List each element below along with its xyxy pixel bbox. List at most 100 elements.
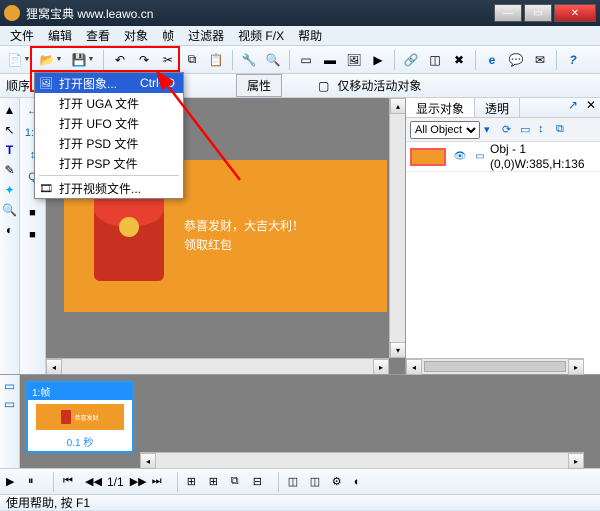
timeline-body: ▭ ▭ 1:帧 恭喜发财 0.1 秒 ◂▸ (0, 375, 600, 468)
canvas-scrollbar-h[interactable]: ◂▸ (46, 358, 389, 374)
menuitem-open-uga[interactable]: 打开 UGA 文件 (35, 93, 183, 113)
objlist-scrollbar-h[interactable]: ◂▸ (406, 358, 584, 374)
zoom-icon: 🔍 (266, 53, 281, 67)
tool-zoom[interactable]: 🔍 (2, 202, 18, 218)
new-file-button[interactable]: 📄▼ (4, 49, 34, 71)
panel-icon-1[interactable]: ▾ (484, 123, 498, 137)
frame-duration: 0.1 秒 (67, 434, 94, 451)
frame-thumb[interactable]: 1:帧 恭喜发财 0.1 秒 (26, 381, 134, 453)
panel-link-icon[interactable]: ↗ (564, 98, 582, 117)
panel-close-icon[interactable]: ✕ (582, 98, 600, 117)
tl-extra-4[interactable]: ◐ (354, 476, 370, 488)
paste-button[interactable]: 📋 (205, 49, 227, 71)
tool-pan[interactable]: ▲ (2, 102, 18, 118)
tl-add-after[interactable]: ⊞ (209, 475, 225, 488)
menu-help[interactable]: 帮助 (292, 25, 328, 46)
tab-show-objects[interactable]: 显示对象 (406, 98, 475, 117)
play-button[interactable]: ▶ (367, 49, 389, 71)
minimize-button[interactable]: — (494, 4, 522, 22)
tool-eyedrop[interactable]: ◐ (2, 222, 18, 238)
tab-transparency[interactable]: 透明 (475, 98, 520, 117)
menuitem-open-ufo[interactable]: 打开 UFO 文件 (35, 113, 183, 133)
crop-button[interactable]: ◫ (424, 49, 446, 71)
chat-icon: 💬 (509, 53, 524, 67)
fg-swatch[interactable]: ■ (22, 204, 44, 222)
mail-button[interactable]: ✉ (529, 49, 551, 71)
timeline-side-btn-1[interactable]: ▭ (4, 379, 15, 393)
tl-dup[interactable]: ⧉ (231, 475, 247, 488)
tl-prev[interactable]: ◀◀ (85, 475, 101, 488)
chat-button[interactable]: 💬 (505, 49, 527, 71)
menuitem-open-video[interactable]: 🎞 打开视频文件... (35, 178, 183, 198)
object-row[interactable]: 👁 ▭ Obj - 1 (0,0)W:385,H:136 (406, 142, 600, 172)
object-lock-toggle[interactable]: ▭ (472, 149, 488, 165)
menu-file[interactable]: 文件 (4, 25, 40, 46)
tl-pause[interactable]: ⏸ (28, 475, 44, 488)
close-button[interactable]: ✕ (554, 4, 596, 22)
open-image-icon: 🖼 (39, 77, 53, 90)
copy-button[interactable]: ⧉ (181, 49, 203, 71)
panel-icon-5[interactable]: ⧉ (556, 123, 570, 137)
object-thumb (410, 148, 446, 166)
tl-extra-1[interactable]: ◫ (288, 475, 304, 488)
tl-extra-2[interactable]: ◫ (310, 475, 326, 488)
canvas-text-line2: 领取红包 (184, 236, 304, 255)
redo-button[interactable]: ↷ (133, 49, 155, 71)
moveonly-checkbox[interactable]: ▢ (318, 79, 329, 93)
mail-icon: ✉ (535, 53, 545, 67)
fillrect-button[interactable]: ▬ (319, 49, 341, 71)
panel-tabs: 显示对象 透明 ↗ ✕ (406, 98, 600, 118)
menu-video-fx[interactable]: 视频 F/X (232, 25, 290, 46)
tl-play[interactable]: ▶ (6, 475, 22, 488)
open-file-button[interactable]: 📂▼ (36, 49, 66, 71)
tool-wand[interactable]: ✦ (2, 182, 18, 198)
tl-add-before[interactable]: ⊞ (187, 475, 203, 488)
maximize-button[interactable]: ▭ (524, 4, 552, 22)
tl-extra-3[interactable]: ⚙ (332, 475, 348, 488)
help-button[interactable]: ? (562, 49, 584, 71)
timeline-scrollbar-h[interactable]: ◂▸ (140, 452, 584, 468)
panel-icon-4[interactable]: ↕ (538, 123, 552, 137)
menu-edit[interactable]: 编辑 (42, 25, 78, 46)
timeline-side-btn-2[interactable]: ▭ (4, 397, 15, 411)
tl-last[interactable]: ⏭ (152, 475, 168, 488)
cut-button[interactable]: ✂ (157, 49, 179, 71)
canvas-scrollbar-v[interactable]: ▴▾ (389, 98, 405, 358)
undo-button[interactable]: ↶ (109, 49, 131, 71)
tool-text[interactable]: T (2, 142, 18, 158)
menu-separator (39, 175, 179, 176)
menuitem-open-psd[interactable]: 打开 PSD 文件 (35, 133, 183, 153)
menu-view[interactable]: 查看 (80, 25, 116, 46)
image-button[interactable]: 🖼 (343, 49, 365, 71)
app-logo-icon (4, 5, 20, 21)
menuitem-open-psp[interactable]: 打开 PSP 文件 (35, 153, 183, 173)
bg-swatch[interactable]: ■ (22, 226, 44, 244)
tool-arrow[interactable]: ↖ (2, 122, 18, 138)
paste-icon: 📋 (209, 53, 224, 67)
menuitem-open-image-shortcut: Ctrl+O (120, 76, 175, 90)
menu-object[interactable]: 对象 (118, 25, 154, 46)
tl-next[interactable]: ▶▶ (130, 475, 146, 488)
object-list: 👁 ▭ Obj - 1 (0,0)W:385,H:136 ◂▸ (406, 142, 600, 374)
save-file-button[interactable]: 💾▼ (68, 49, 98, 71)
panel-icon-3[interactable]: ▭ (520, 123, 534, 137)
tool-pen[interactable]: ✎ (2, 162, 18, 178)
props-panel-button[interactable]: 属性 (236, 74, 282, 97)
properties-button[interactable]: 🔧 (238, 49, 260, 71)
rect-button[interactable]: ▭ (295, 49, 317, 71)
link-button[interactable]: 🔗 (400, 49, 422, 71)
cut-icon: ✂ (163, 53, 173, 67)
menuitem-open-image[interactable]: 🖼 打开图象... Ctrl+O (35, 73, 183, 93)
rect-icon: ▭ (300, 53, 311, 67)
tl-first[interactable]: ⏮ (63, 475, 79, 488)
menu-filter[interactable]: 过滤器 (182, 25, 230, 46)
panel-icon-2[interactable]: ⟳ (502, 123, 516, 137)
ie-button[interactable]: e (481, 49, 503, 71)
zoom-button[interactable]: 🔍 (262, 49, 284, 71)
tl-remove[interactable]: ⊟ (253, 475, 269, 488)
menu-frame[interactable]: 帧 (156, 25, 180, 46)
object-visible-toggle[interactable]: 👁 (452, 149, 468, 165)
panel-select-row: All Object ▾ ⟳ ▭ ↕ ⧉ (406, 118, 600, 142)
delete-button[interactable]: ✖ (448, 49, 470, 71)
object-filter-select[interactable]: All Object (410, 121, 480, 139)
